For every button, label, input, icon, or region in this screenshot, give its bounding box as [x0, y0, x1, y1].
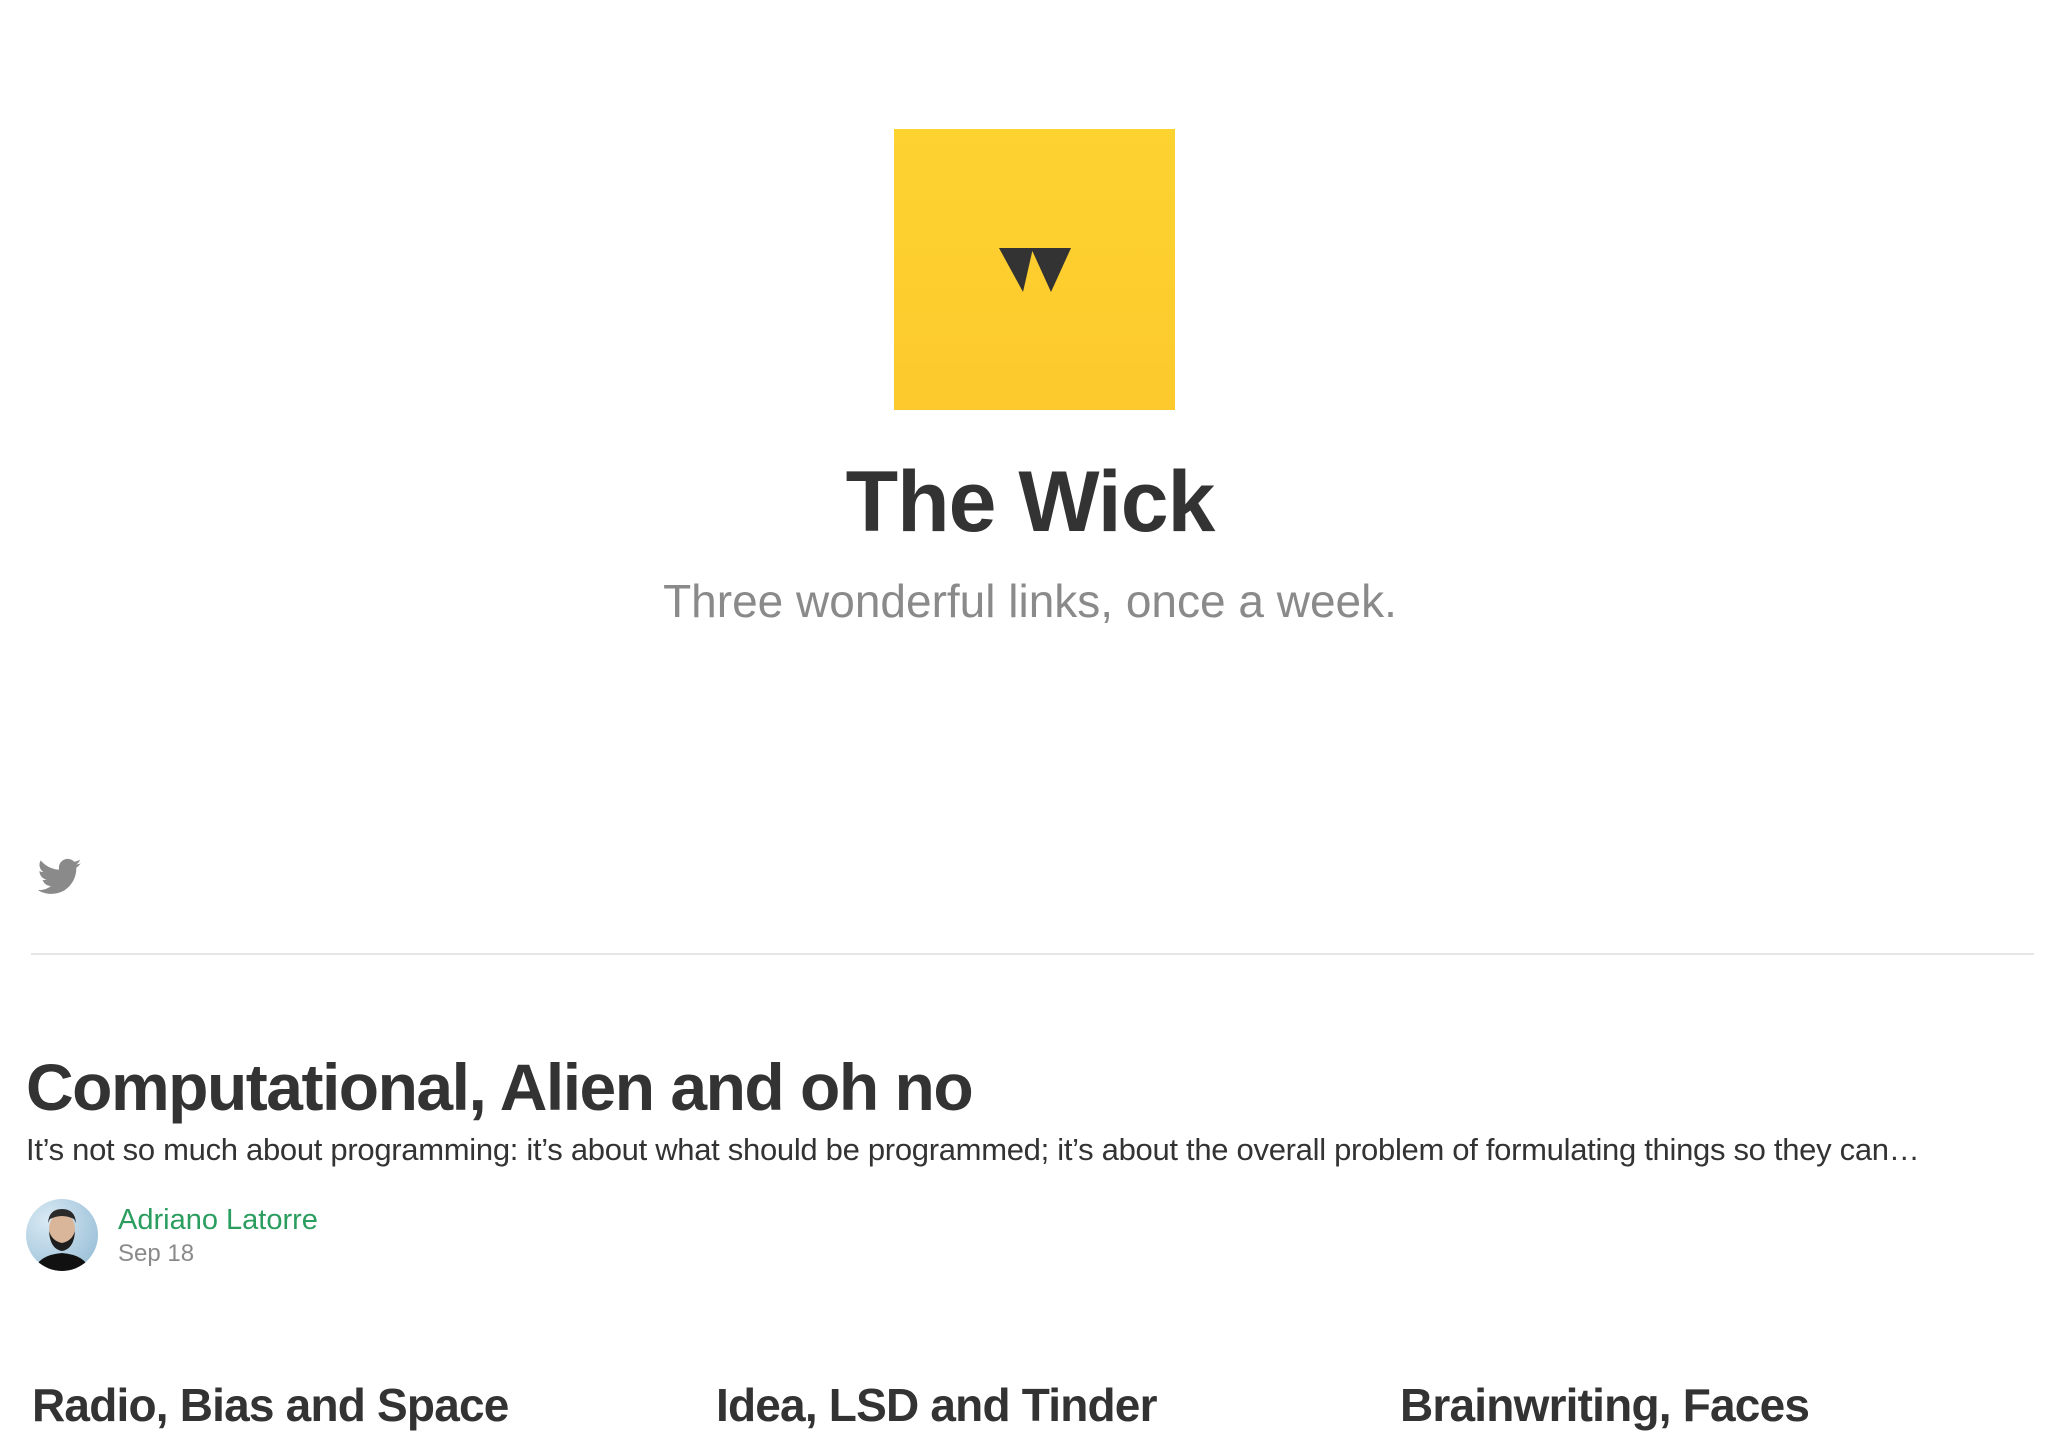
twitter-link[interactable] [37, 858, 82, 898]
author-avatar-image [34, 1209, 90, 1271]
author-name-link[interactable]: Adriano Latorre [118, 1201, 318, 1239]
publication-title: The Wick [845, 454, 1216, 550]
publication-logo[interactable] [894, 129, 1175, 410]
author-avatar[interactable] [26, 1199, 98, 1271]
publication-tagline: Three wonderful links, once a week. [663, 575, 1397, 627]
post-card-title[interactable]: Brainwriting, Faces [1400, 1370, 1810, 1440]
post-card-title[interactable]: Radio, Bias and Space [32, 1370, 509, 1440]
post-card-title[interactable]: Idea, LSD and Tinder [716, 1370, 1157, 1440]
twitter-bird-icon [37, 858, 82, 894]
featured-post-title[interactable]: Computational, Alien and oh no [26, 1044, 2046, 1130]
featured-post-excerpt[interactable]: It’s not so much about programming: it’s… [26, 1127, 2036, 1173]
wick-w-logo-icon [998, 247, 1071, 292]
section-divider [31, 953, 2034, 955]
post-date: Sep 18 [118, 1240, 195, 1267]
